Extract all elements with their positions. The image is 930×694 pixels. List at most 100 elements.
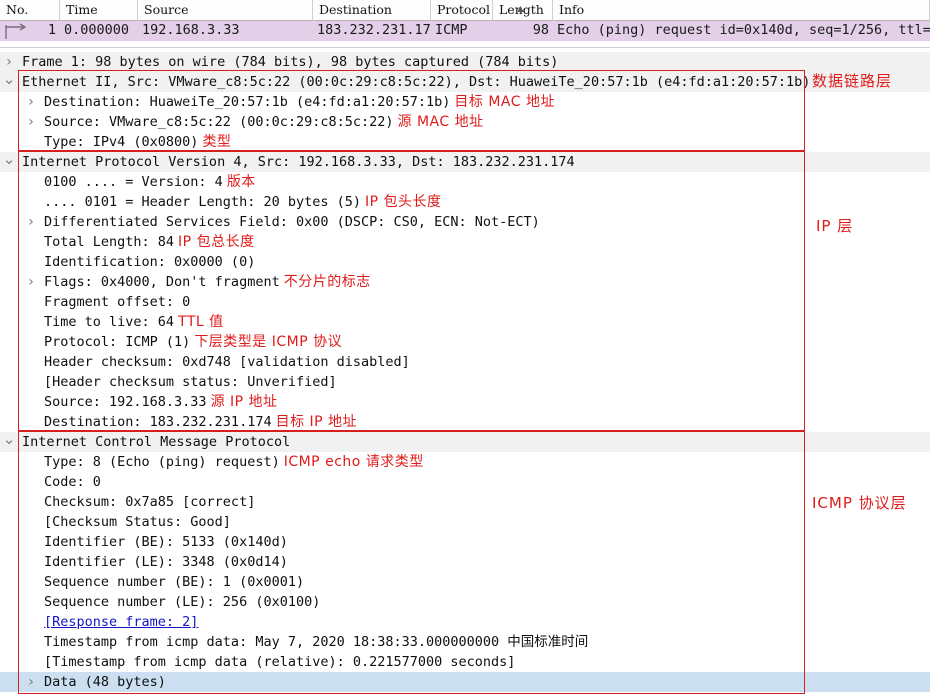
column-header-protocol[interactable]: Protocol	[431, 0, 493, 21]
tree-row-eth[interactable]: ⌄ Ethernet II, Src: VMware_c8:5c:22 (00:0…	[0, 72, 930, 92]
tree-row-icmp-respfrm[interactable]: [Response frame: 2]	[0, 612, 930, 632]
tree-row-label: [Header checksum status: Unverified]	[44, 372, 337, 392]
column-header-label: Info	[559, 2, 584, 17]
tree-row-icmp[interactable]: ⌄Internet Control Message Protocol	[0, 432, 930, 452]
tree-row-label: Protocol: ICMP (1)	[44, 332, 190, 352]
tree-row-label: Sequence number (LE): 256 (0x0100)	[44, 592, 320, 612]
tree-row-eth-type[interactable]: Type: IPv4 (0x0800)类型	[0, 132, 930, 152]
tree-row-frame[interactable]: ›Frame 1: 98 bytes on wire (784 bits), 9…	[0, 52, 930, 72]
annotation-eth-src: 源 MAC 地址	[398, 112, 484, 132]
tree-row-ip-flags[interactable]: › Flags: 0x4000, Don't fragment不分片的标志	[0, 272, 930, 292]
column-header-label: Destination	[319, 2, 392, 17]
tree-row-label: .... 0101 = Header Length: 20 bytes (5)	[44, 192, 361, 212]
packet-list-row[interactable]: 10.000000192.168.3.33183.232.231.174ICMP…	[0, 21, 930, 42]
tree-row-icmp-tsrel[interactable]: [Timestamp from icmp data (relative): 0.…	[0, 652, 930, 672]
tree-row-label: Differentiated Services Field: 0x00 (DSC…	[44, 212, 540, 232]
tree-row-label: 0100 .... = Version: 4	[44, 172, 223, 192]
packet-cell-time: 0.000000	[60, 21, 138, 41]
column-header-label: Time	[66, 2, 98, 17]
annotation-icmp-type: ICMP echo 请求类型	[284, 452, 424, 472]
tree-row-label: [Response frame: 2]	[44, 612, 198, 632]
layer-label-datalink: 数据链路层	[812, 70, 892, 91]
column-header-label: Source	[144, 2, 189, 17]
annotation-ip-src: 源 IP 地址	[211, 392, 278, 412]
packet-list-pane: No. Time Source Destination ProtocolLength▲ I…	[0, 0, 930, 47]
tree-row-label: Total Length: 84	[44, 232, 174, 252]
tree-row-icmp-idle[interactable]: Identifier (LE): 3348 (0x0d14)	[0, 552, 930, 572]
tree-row-icmp-idbe[interactable]: Identifier (BE): 5133 (0x140d)	[0, 532, 930, 552]
tree-row-icmp-seqle[interactable]: Sequence number (LE): 256 (0x0100)	[0, 592, 930, 612]
tree-row-ip-hdrlen[interactable]: .... 0101 = Header Length: 20 bytes (5)I…	[0, 192, 930, 212]
tree-row-label: Code: 0	[44, 472, 101, 492]
tree-row-label: Flags: 0x4000, Don't fragment	[44, 272, 280, 292]
packet-cell-length: 98	[493, 21, 553, 41]
tree-row-label: Data (48 bytes)	[44, 672, 166, 692]
tree-row-label: Destination: HuaweiTe_20:57:1b (e4:fd:a1…	[44, 92, 450, 112]
column-header-label: No.	[6, 2, 28, 17]
tree-row-icmp-data[interactable]: › Data (48 bytes)	[0, 672, 930, 692]
chevron-right-icon[interactable]: ›	[24, 672, 38, 692]
column-header-time[interactable]: Time	[60, 0, 138, 21]
tree-row-label: Ethernet II, Src: VMware_c8:5c:22 (00:0c…	[22, 72, 810, 92]
tree-row-ip-checksum[interactable]: Header checksum: 0xd748 [validation disa…	[0, 352, 930, 372]
tree-row-icmp-code[interactable]: Code: 0	[0, 472, 930, 492]
annotation-ip-ttl: TTL 值	[178, 312, 224, 332]
annotation-ip-flags: 不分片的标志	[284, 272, 371, 292]
sort-ascending-icon: ▲	[518, 0, 524, 19]
annotation-ip-totallen: IP 包总长度	[178, 232, 255, 252]
column-header-label: Protocol	[437, 2, 490, 17]
tree-row-icmp-cksum[interactable]: Checksum: 0x7a85 [correct]	[0, 492, 930, 512]
tree-row-eth-dst[interactable]: › Destination: HuaweiTe_20:57:1b (e4:fd:a…	[0, 92, 930, 112]
packet-cell-info: Echo (ping) request id=0x140d, seq=1/256…	[553, 21, 930, 41]
annotation-ip-hdrlen: IP 包头长度	[365, 192, 442, 212]
tree-row-ip-proto[interactable]: Protocol: ICMP (1)下层类型是 ICMP 协议	[0, 332, 930, 352]
tree-row-ip-dst[interactable]: Destination: 183.232.231.174目标 IP 地址	[0, 412, 930, 432]
tree-row-label: Source: VMware_c8:5c:22 (00:0c:29:c8:5c:…	[44, 112, 394, 132]
tree-row-ip-src[interactable]: Source: 192.168.3.33源 IP 地址	[0, 392, 930, 412]
tree-row-label: Identification: 0x0000 (0)	[44, 252, 255, 272]
tree-row-eth-src[interactable]: › Source: VMware_c8:5c:22 (00:0c:29:c8:5c…	[0, 112, 930, 132]
column-header-no[interactable]: No.	[0, 0, 60, 21]
tree-row-label: Source: 192.168.3.33	[44, 392, 207, 412]
packet-list-header[interactable]: No. Time Source Destination ProtocolLength▲ I…	[0, 0, 930, 21]
tree-row-ip-cksumstat[interactable]: [Header checksum status: Unverified]	[0, 372, 930, 392]
chevron-down-icon[interactable]: ⌄	[2, 72, 16, 92]
tree-row-label: Sequence number (BE): 1 (0x0001)	[44, 572, 304, 592]
tree-row-ip-dsfield[interactable]: › Differentiated Services Field: 0x00 (DS…	[0, 212, 930, 232]
column-header-destination[interactable]: Destination	[313, 0, 431, 21]
tree-row-label: Type: 8 (Echo (ping) request)	[44, 452, 280, 472]
chevron-down-icon[interactable]: ⌄	[2, 152, 16, 172]
tree-row-ip-fragoff[interactable]: Fragment offset: 0	[0, 292, 930, 312]
column-header-info[interactable]: Info	[553, 0, 930, 21]
tree-row-ip[interactable]: ⌄Internet Protocol Version 4, Src: 192.1…	[0, 152, 930, 172]
chevron-right-icon[interactable]: ›	[24, 112, 38, 132]
chevron-down-icon[interactable]: ⌄	[2, 432, 16, 452]
tree-row-icmp-type[interactable]: Type: 8 (Echo (ping) request)ICMP echo 请…	[0, 452, 930, 472]
related-packet-marker-icon	[4, 23, 30, 40]
tree-row-label: Checksum: 0x7a85 [correct]	[44, 492, 255, 512]
annotation-eth-dst: 目标 MAC 地址	[454, 92, 555, 112]
column-header-length[interactable]: Length▲	[493, 0, 553, 21]
tree-row-ip-ident[interactable]: Identification: 0x0000 (0)	[0, 252, 930, 272]
tree-row-label: Timestamp from icmp data: May 7, 2020 18…	[44, 632, 588, 652]
chevron-right-icon[interactable]: ›	[24, 212, 38, 232]
wireshark-packet-view: No. Time Source Destination ProtocolLength▲ I…	[0, 0, 930, 692]
tree-row-icmp-seqbe[interactable]: Sequence number (BE): 1 (0x0001)	[0, 572, 930, 592]
chevron-right-icon[interactable]: ›	[24, 92, 38, 112]
chevron-right-icon[interactable]: ›	[2, 52, 16, 72]
column-header-source[interactable]: Source	[138, 0, 313, 21]
packet-list-body[interactable]: 10.000000192.168.3.33183.232.231.174ICMP…	[0, 21, 930, 42]
tree-row-label: Type: IPv4 (0x0800)	[44, 132, 198, 152]
tree-row-icmp-ts[interactable]: Timestamp from icmp data: May 7, 2020 18…	[0, 632, 930, 652]
pane-divider[interactable]	[0, 41, 930, 48]
chevron-right-icon[interactable]: ›	[24, 272, 38, 292]
tree-row-label: Time to live: 64	[44, 312, 174, 332]
tree-row-ip-version[interactable]: 0100 .... = Version: 4版本	[0, 172, 930, 192]
tree-row-label: Identifier (LE): 3348 (0x0d14)	[44, 552, 288, 572]
annotation-eth-type: 类型	[202, 132, 231, 152]
tree-row-ip-ttl[interactable]: Time to live: 64TTL 值	[0, 312, 930, 332]
packet-detail-tree[interactable]: ›Frame 1: 98 bytes on wire (784 bits), 9…	[0, 52, 930, 692]
tree-row-ip-totallen[interactable]: Total Length: 84IP 包总长度	[0, 232, 930, 252]
tree-row-icmp-cstat[interactable]: [Checksum Status: Good]	[0, 512, 930, 532]
tree-row-label: [Checksum Status: Good]	[44, 512, 231, 532]
